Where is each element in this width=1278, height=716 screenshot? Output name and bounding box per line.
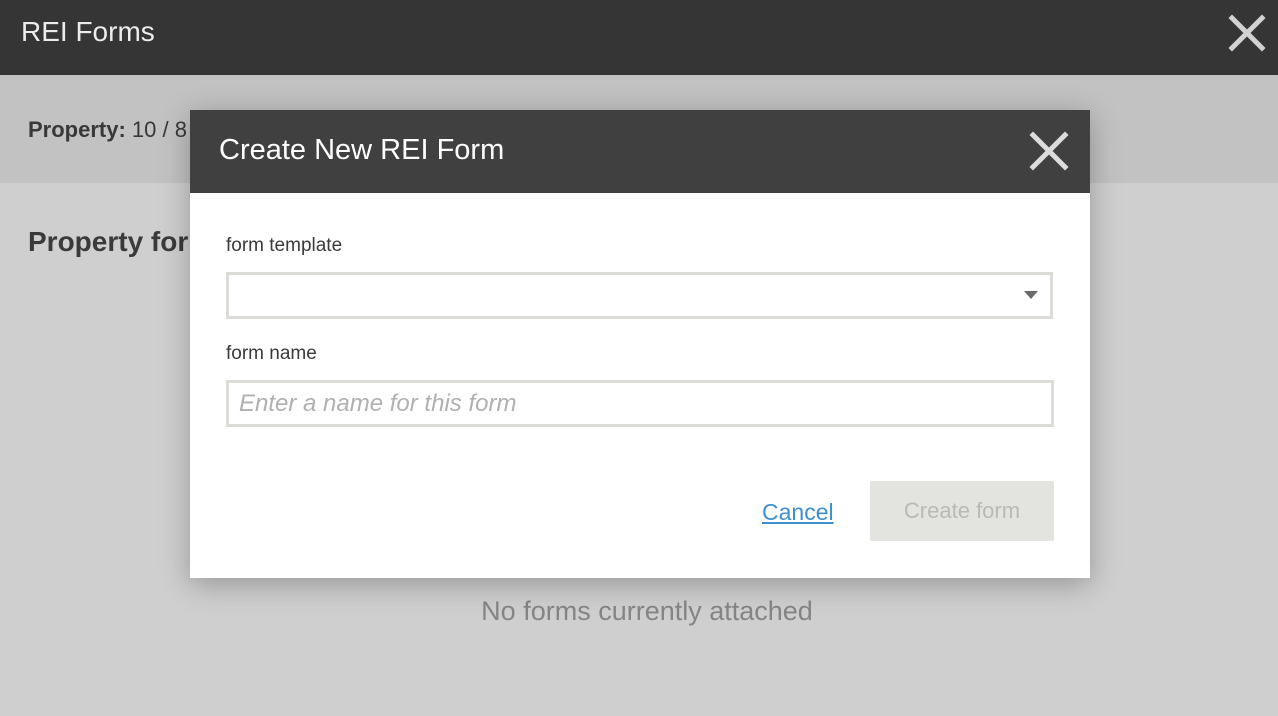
chevron-down-icon (1024, 291, 1038, 299)
app-header: REI Forms (0, 0, 1278, 75)
form-template-select[interactable] (226, 272, 1053, 319)
app-title: REI Forms (21, 16, 155, 47)
form-template-label: form template (226, 235, 343, 256)
create-form-dialog: Create New REI Form form template form n… (190, 110, 1090, 578)
property-label: Property: (28, 117, 126, 142)
form-name-input[interactable] (226, 380, 1054, 427)
dialog-header: Create New REI Form (190, 110, 1090, 193)
property-info: Property: 10 / 8 (28, 117, 187, 143)
close-icon[interactable] (1029, 131, 1069, 171)
empty-state-message: No forms currently attached (481, 596, 813, 626)
cancel-button[interactable]: Cancel (762, 498, 834, 526)
dialog-title: Create New REI Form (219, 134, 505, 166)
form-name-label: form name (226, 343, 317, 364)
close-icon[interactable] (1227, 13, 1267, 53)
section-heading: Property for (28, 226, 189, 257)
property-value: 10 / 8 (131, 117, 187, 142)
create-form-button[interactable]: Create form (870, 481, 1054, 541)
